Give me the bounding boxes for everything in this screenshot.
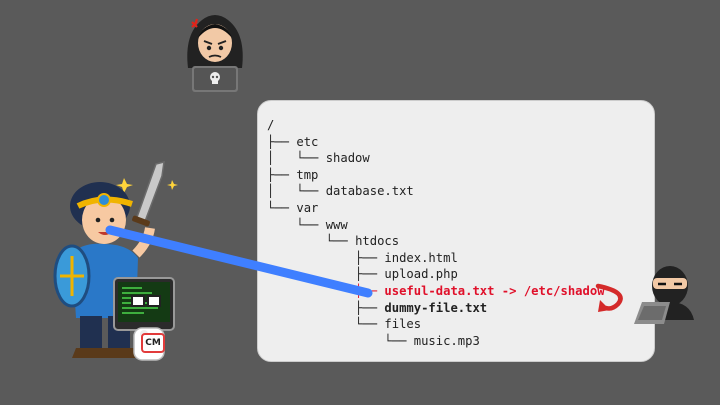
tree-branch: ├── [267, 267, 385, 282]
tree-branch: └── [267, 333, 414, 348]
tree-line: └── htdocs [267, 233, 605, 250]
tree-entry-name: index.html [384, 250, 458, 265]
cm-badge: CM [141, 333, 165, 353]
symlink-entry: useful-data.txt -> /etc/shadow [384, 283, 605, 298]
tree-line: └── www [267, 217, 605, 234]
tree-entry-name: database.txt [325, 184, 414, 199]
tree-line: ├── index.html [267, 250, 605, 267]
tree-line: ├── etc [267, 134, 605, 151]
tree-entry-name: www [325, 217, 348, 232]
tree-entry-name: tmp [296, 167, 319, 182]
tree-branch: └── [267, 234, 356, 249]
tree-line: ├── upload.php [267, 266, 605, 283]
tree-entry-name: dummy-file.txt [384, 300, 488, 315]
tree-branch: └── [267, 200, 297, 215]
hero-knight-icon [53, 161, 178, 361]
tree-line: └── var [267, 200, 605, 217]
tree-line: │ └── database.txt [267, 183, 605, 200]
tree-entry-name: files [384, 317, 422, 332]
tree-branch: │ └── [267, 151, 326, 166]
tree-line: ├── tmp [267, 167, 605, 184]
hooded-hacker-icon [187, 15, 243, 92]
tree-branch: ├── [267, 300, 385, 315]
tree-line: └── files [267, 316, 605, 333]
tree-branch: ├── [267, 167, 297, 182]
tree-branch: ├── [267, 134, 297, 149]
tree-entry-name: shadow [325, 151, 370, 166]
tree-branch: ├── [267, 250, 385, 265]
tree-entry-name: htdocs [355, 234, 400, 249]
tree-entry-name: upload.php [384, 267, 458, 282]
tree-branch: / [267, 118, 275, 132]
tree-line: ├── useful-data.txt -> /etc/shadow [267, 283, 605, 300]
tree-line: │ └── shadow [267, 150, 605, 167]
cm-badge-label: CM [145, 338, 161, 348]
tree-line: / [267, 117, 605, 134]
tree-branch: ├── [267, 283, 385, 298]
directory-tree: / ├── etc │ └── shadow ├── tmp │ └── databas… [267, 117, 605, 349]
tree-line: └── music.mp3 [267, 333, 605, 350]
tree-line: ├── dummy-file.txt [267, 300, 605, 317]
tree-entry-name: etc [296, 134, 319, 149]
tree-entry-name: music.mp3 [413, 333, 480, 348]
scene: / ├── etc │ └── shadow ├── tmp │ └── databas… [0, 0, 720, 405]
tree-branch: └── [267, 217, 326, 232]
tree-entry-name: var [296, 200, 319, 215]
masked-hacker-icon [634, 266, 694, 324]
tree-branch: └── [267, 317, 385, 332]
tree-branch: │ └── [267, 184, 326, 199]
